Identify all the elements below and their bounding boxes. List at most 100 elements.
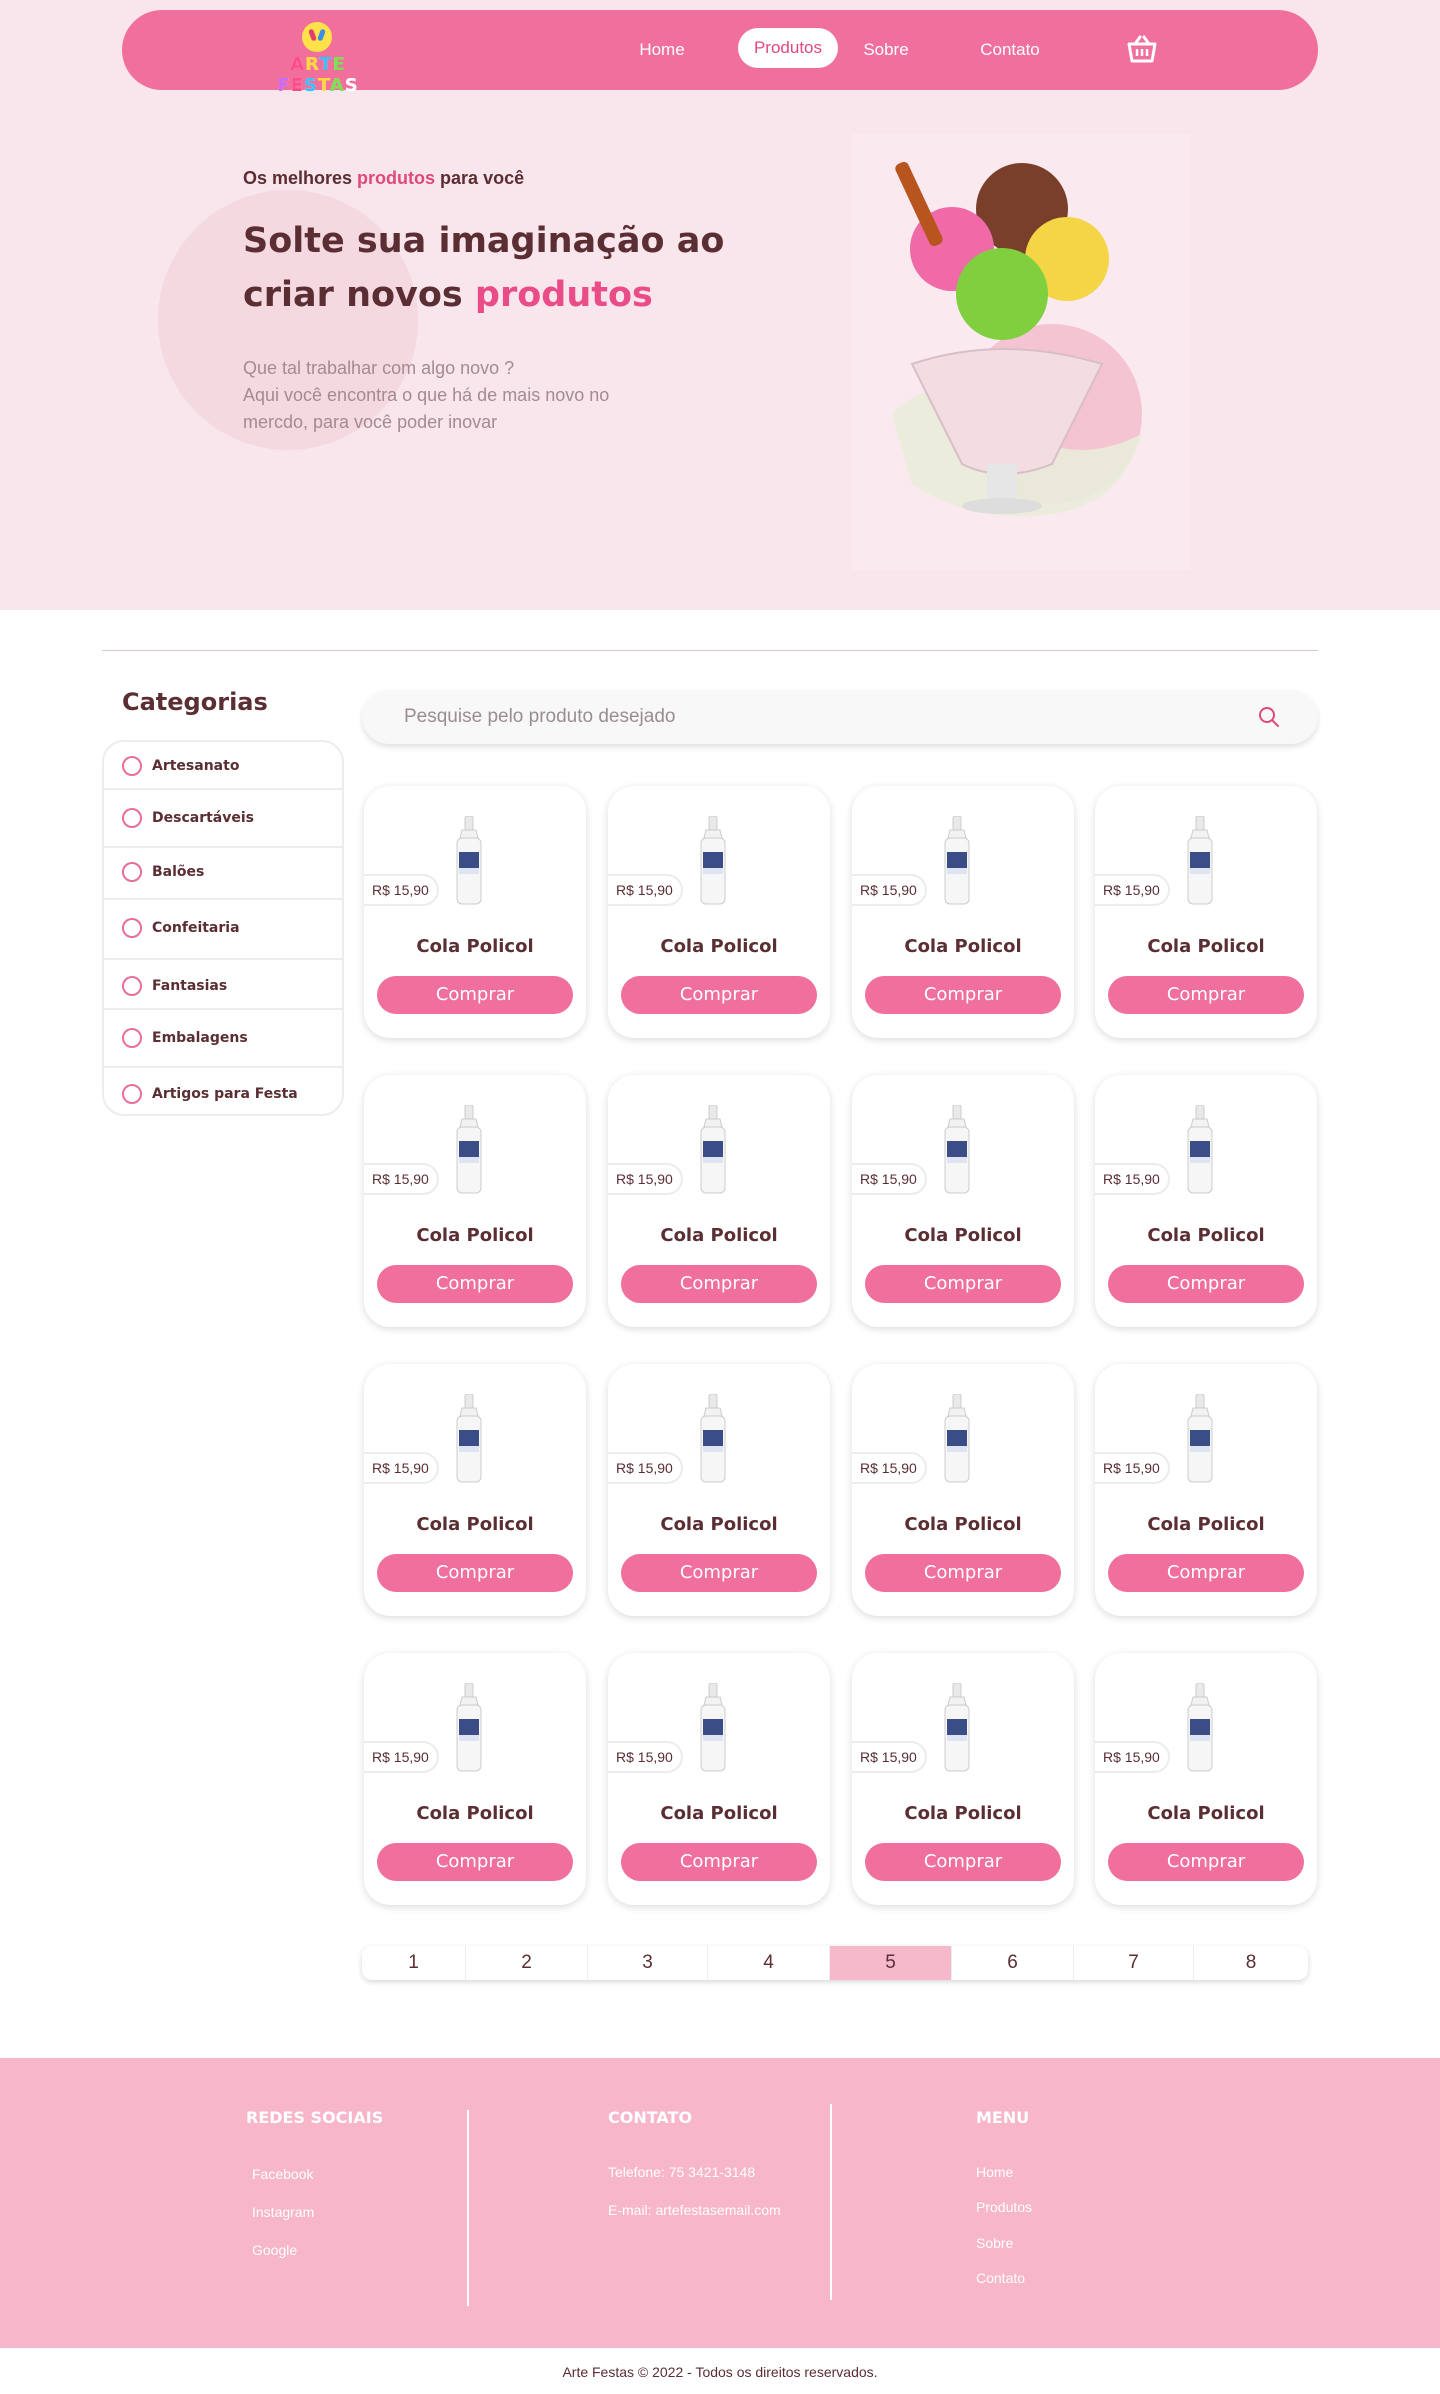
buy-button[interactable]: Comprar: [865, 1554, 1061, 1592]
radio-button[interactable]: [122, 918, 142, 938]
buy-button[interactable]: Comprar: [621, 976, 817, 1014]
section-divider: [102, 650, 1318, 651]
price-tag: R$ 15,90: [852, 1741, 927, 1773]
page-1[interactable]: 1: [362, 1946, 466, 1980]
price-tag: R$ 15,90: [364, 874, 439, 906]
category-artigos-para-festa[interactable]: Artigos para Festa: [104, 1068, 342, 1114]
footer-link-instagram[interactable]: Instagram: [252, 2204, 314, 2220]
glue-bottle-image: [944, 1394, 970, 1483]
footer-menu-home[interactable]: Home: [976, 2164, 1013, 2180]
page-6[interactable]: 6: [952, 1946, 1074, 1980]
product-card[interactable]: R$ 15,90 Cola Policol Comprar: [608, 1653, 830, 1905]
buy-button[interactable]: Comprar: [1108, 1554, 1304, 1592]
category-baloes[interactable]: Balões: [104, 848, 342, 900]
search-input[interactable]: Pesquise pelo produto desejado: [404, 706, 675, 728]
buy-button[interactable]: Comprar: [1108, 1843, 1304, 1881]
category-embalagens[interactable]: Embalagens: [104, 1010, 342, 1068]
product-card[interactable]: R$ 15,90 Cola Policol Comprar: [364, 1653, 586, 1905]
buy-button[interactable]: Comprar: [865, 1265, 1061, 1303]
price-tag: R$ 15,90: [1095, 1741, 1170, 1773]
product-name: Cola Policol: [1147, 1225, 1265, 1246]
product-card[interactable]: R$ 15,90 Cola Policol Comprar: [852, 1075, 1074, 1327]
page-4[interactable]: 4: [708, 1946, 830, 1980]
product-card[interactable]: R$ 15,90 Cola Policol Comprar: [852, 786, 1074, 1038]
product-card[interactable]: R$ 15,90 Cola Policol Comprar: [364, 1075, 586, 1327]
price-tag: R$ 15,90: [1095, 1163, 1170, 1195]
product-card[interactable]: R$ 15,90 Cola Policol Comprar: [364, 786, 586, 1038]
footer-social-title: REDES SOCIAIS: [246, 2108, 384, 2127]
product-card[interactable]: R$ 15,90 Cola Policol Comprar: [1095, 1075, 1317, 1327]
search-bar[interactable]: Pesquise pelo produto desejado: [362, 690, 1318, 744]
footer-menu-produtos[interactable]: Produtos: [976, 2199, 1032, 2215]
footer-phone: Telefone: 75 3421-3148: [608, 2164, 756, 2180]
radio-button[interactable]: [122, 756, 142, 776]
pagination: 1 2 3 4 5 6 7 8: [362, 1946, 1308, 1980]
buy-button[interactable]: Comprar: [621, 1843, 817, 1881]
buy-button[interactable]: Comprar: [377, 1843, 573, 1881]
category-artesanato[interactable]: Artesanato: [104, 742, 342, 790]
category-fantasias[interactable]: Fantasias: [104, 960, 342, 1010]
copyright: Arte Festas © 2022 - Todos os direitos r…: [562, 2364, 878, 2380]
footer-menu-contato[interactable]: Contato: [976, 2270, 1025, 2286]
glue-bottle-image: [944, 816, 970, 905]
category-label: Artigos para Festa: [152, 1086, 298, 1102]
radio-button[interactable]: [122, 862, 142, 882]
ice-cream-sundae-image: [852, 134, 1190, 570]
glue-bottle-image: [700, 1105, 726, 1194]
product-card[interactable]: R$ 15,90 Cola Policol Comprar: [1095, 1364, 1317, 1616]
nav-home[interactable]: Home: [622, 37, 702, 63]
nav-sobre[interactable]: Sobre: [846, 37, 926, 63]
page-7[interactable]: 7: [1074, 1946, 1194, 1980]
product-card[interactable]: R$ 15,90 Cola Policol Comprar: [1095, 1653, 1317, 1905]
radio-button[interactable]: [122, 1084, 142, 1104]
product-card[interactable]: R$ 15,90 Cola Policol Comprar: [364, 1364, 586, 1616]
brand-logo[interactable]: ARTE FESTAS: [250, 20, 386, 96]
radio-button[interactable]: [122, 808, 142, 828]
category-descartaveis[interactable]: Descartáveis: [104, 790, 342, 848]
buy-button[interactable]: Comprar: [377, 976, 573, 1014]
glue-bottle-image: [1187, 816, 1213, 905]
product-name: Cola Policol: [660, 1225, 778, 1246]
buy-button[interactable]: Comprar: [1108, 976, 1304, 1014]
footer-link-google[interactable]: Google: [252, 2242, 297, 2258]
buy-button[interactable]: Comprar: [621, 1554, 817, 1592]
buy-button[interactable]: Comprar: [377, 1554, 573, 1592]
buy-button[interactable]: Comprar: [1108, 1265, 1304, 1303]
radio-button[interactable]: [122, 1028, 142, 1048]
category-confeitaria[interactable]: Confeitaria: [104, 900, 342, 960]
radio-button[interactable]: [122, 976, 142, 996]
footer-menu-title: MENU: [976, 2108, 1030, 2127]
page-5[interactable]: 5: [830, 1946, 952, 1980]
product-name: Cola Policol: [904, 1803, 1022, 1824]
footer-menu-sobre[interactable]: Sobre: [976, 2235, 1013, 2251]
cart-icon[interactable]: [1126, 34, 1158, 64]
glue-bottle-image: [700, 816, 726, 905]
price-tag: R$ 15,90: [608, 874, 683, 906]
page-8[interactable]: 8: [1194, 1946, 1308, 1980]
buy-button[interactable]: Comprar: [621, 1265, 817, 1303]
buy-button[interactable]: Comprar: [377, 1265, 573, 1303]
page-2[interactable]: 2: [466, 1946, 588, 1980]
nav-contato[interactable]: Contato: [968, 37, 1052, 63]
glue-bottle-image: [1187, 1394, 1213, 1483]
product-card[interactable]: R$ 15,90 Cola Policol Comprar: [852, 1364, 1074, 1616]
hero-description: Que tal trabalhar com algo novo ? Aqui v…: [243, 358, 610, 432]
product-card[interactable]: R$ 15,90 Cola Policol Comprar: [608, 786, 830, 1038]
footer-link-facebook[interactable]: Facebook: [252, 2166, 313, 2182]
product-card[interactable]: R$ 15,90 Cola Policol Comprar: [852, 1653, 1074, 1905]
product-card[interactable]: R$ 15,90 Cola Policol Comprar: [608, 1364, 830, 1616]
nav-produtos[interactable]: Produtos: [738, 28, 838, 68]
buy-button[interactable]: Comprar: [865, 1843, 1061, 1881]
product-card[interactable]: R$ 15,90 Cola Policol Comprar: [1095, 786, 1317, 1038]
price-tag: R$ 15,90: [608, 1741, 683, 1773]
product-name: Cola Policol: [416, 936, 534, 957]
product-name: Cola Policol: [1147, 1803, 1265, 1824]
glue-bottle-image: [944, 1105, 970, 1194]
glue-bottle-image: [456, 1683, 482, 1772]
footer-divider: [467, 2110, 469, 2306]
search-icon[interactable]: [1258, 706, 1280, 728]
page-3[interactable]: 3: [588, 1946, 708, 1980]
product-card[interactable]: R$ 15,90 Cola Policol Comprar: [608, 1075, 830, 1327]
buy-button[interactable]: Comprar: [865, 976, 1061, 1014]
footer-email[interactable]: E-mail: artefestasemail.com: [608, 2202, 781, 2218]
